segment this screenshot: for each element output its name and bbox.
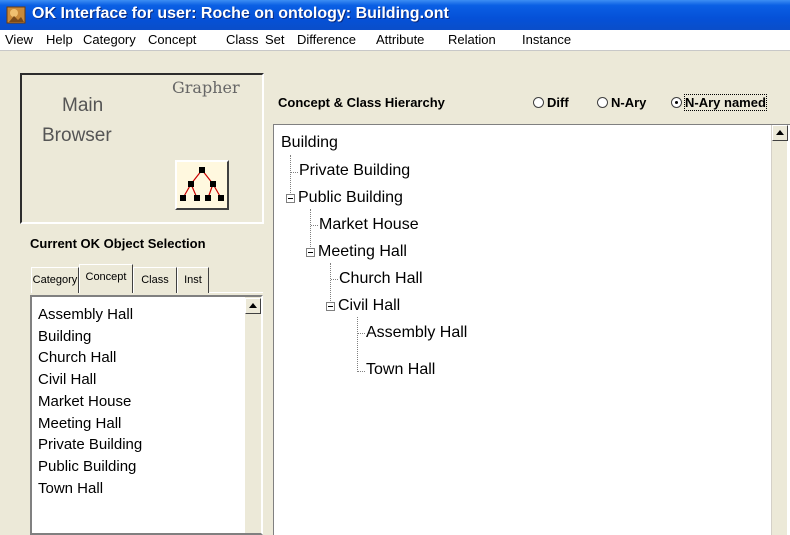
tree-node-market-house[interactable]: Market House [319, 216, 419, 234]
tab-class[interactable]: Class [133, 267, 177, 293]
tree-connector [311, 225, 318, 226]
menu-set[interactable]: Set [265, 32, 285, 47]
tree-connector [357, 317, 358, 372]
list-scrollbar[interactable] [245, 297, 261, 533]
menu-class[interactable]: Class [226, 32, 259, 47]
list-item[interactable]: Town Hall [38, 480, 103, 497]
grapher-label: Grapher [172, 78, 240, 97]
hierarchy-graph-icon [180, 167, 224, 201]
hierarchy-heading: Concept & Class Hierarchy [278, 95, 445, 110]
list-item[interactable]: Assembly Hall [38, 306, 133, 323]
tab-strip-edge [209, 292, 263, 293]
main-browser-label-line1: Main [62, 95, 104, 116]
radio-n-ary-named[interactable]: N-Ary named [671, 94, 767, 111]
collapse-toggle-icon[interactable] [286, 194, 295, 203]
list-item[interactable]: Private Building [38, 436, 142, 453]
tree-connector [291, 172, 298, 173]
list-item[interactable]: Church Hall [38, 349, 116, 366]
tree-connector [310, 209, 311, 253]
radio-label: Diff [547, 95, 569, 110]
menu-relation[interactable]: Relation [448, 32, 496, 47]
hierarchy-tree[interactable]: Building Private Building Public Buildin… [273, 124, 790, 535]
menu-help[interactable]: Help [46, 32, 73, 47]
tab-concept[interactable]: Concept [79, 264, 133, 293]
scroll-up-button[interactable] [245, 298, 261, 314]
menu-category[interactable]: Category [83, 32, 136, 47]
tree-connector [358, 371, 365, 372]
tree-connector [331, 279, 338, 280]
menu-bar: View Help Category Concept Class Set Dif… [0, 30, 790, 51]
window-title: OK Interface for user: Roche on ontology… [32, 5, 449, 22]
menu-view[interactable]: View [5, 32, 33, 47]
tree-node-civil-hall[interactable]: Civil Hall [338, 297, 400, 315]
application-window: OK Interface for user: Roche on ontology… [0, 0, 790, 535]
tab-category[interactable]: Category [31, 267, 79, 293]
tree-node-building[interactable]: Building [281, 134, 338, 152]
list-item[interactable]: Building [38, 328, 91, 345]
list-item[interactable]: Public Building [38, 458, 136, 475]
up-arrow-icon [776, 130, 784, 135]
grapher-button[interactable] [175, 160, 229, 210]
tree-node-church-hall[interactable]: Church Hall [339, 270, 423, 288]
list-item[interactable]: Civil Hall [38, 371, 96, 388]
tree-node-private-building[interactable]: Private Building [299, 162, 410, 180]
concept-listbox[interactable]: Assembly Hall Building Church Hall Civil… [30, 295, 263, 535]
tree-connector [330, 263, 331, 307]
menu-difference[interactable]: Difference [297, 32, 356, 47]
menu-attribute[interactable]: Attribute [376, 32, 424, 47]
tree-connector [358, 333, 365, 334]
radio-label: N-Ary [611, 95, 647, 110]
list-item[interactable]: Market House [38, 393, 131, 410]
up-arrow-icon [249, 303, 257, 308]
tree-node-town-hall[interactable]: Town Hall [366, 361, 435, 379]
scroll-up-button[interactable] [772, 125, 788, 141]
app-icon [6, 6, 26, 24]
radio-circle [597, 97, 608, 108]
list-item[interactable]: Meeting Hall [38, 415, 121, 432]
radio-label: N-Ary named [684, 94, 767, 111]
tab-inst[interactable]: Inst [177, 267, 209, 293]
collapse-toggle-icon[interactable] [326, 302, 335, 311]
tree-scrollbar[interactable] [771, 125, 788, 535]
tree-node-meeting-hall[interactable]: Meeting Hall [318, 243, 407, 261]
title-bar[interactable]: OK Interface for user: Roche on ontology… [0, 0, 790, 30]
tree-node-public-building[interactable]: Public Building [298, 189, 403, 207]
radio-circle [533, 97, 544, 108]
main-browser-label-line2: Browser [42, 125, 112, 146]
radio-diff[interactable]: Diff [533, 95, 569, 110]
collapse-toggle-icon[interactable] [306, 248, 315, 257]
tree-node-assembly-hall[interactable]: Assembly Hall [366, 324, 467, 342]
menu-concept[interactable]: Concept [148, 32, 196, 47]
selection-heading: Current OK Object Selection [30, 236, 206, 251]
menu-instance[interactable]: Instance [522, 32, 571, 47]
radio-n-ary[interactable]: N-Ary [597, 95, 646, 110]
radio-circle [671, 97, 682, 108]
